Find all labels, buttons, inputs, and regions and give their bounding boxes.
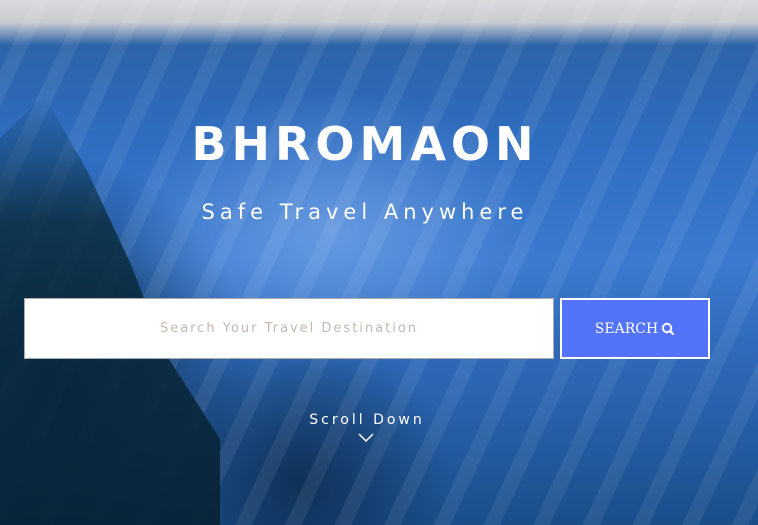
search-icon xyxy=(661,322,675,335)
search-button-label: SEARCH xyxy=(594,320,659,337)
site-subtitle: Safe Travel Anywhere xyxy=(201,200,529,224)
scroll-down-link[interactable]: Scroll Down xyxy=(0,412,734,428)
site-title: BHROMAON xyxy=(191,117,539,171)
destination-search-input[interactable] xyxy=(24,298,554,359)
search-button[interactable]: SEARCH xyxy=(560,298,710,359)
chevron-down-icon[interactable] xyxy=(358,433,374,443)
